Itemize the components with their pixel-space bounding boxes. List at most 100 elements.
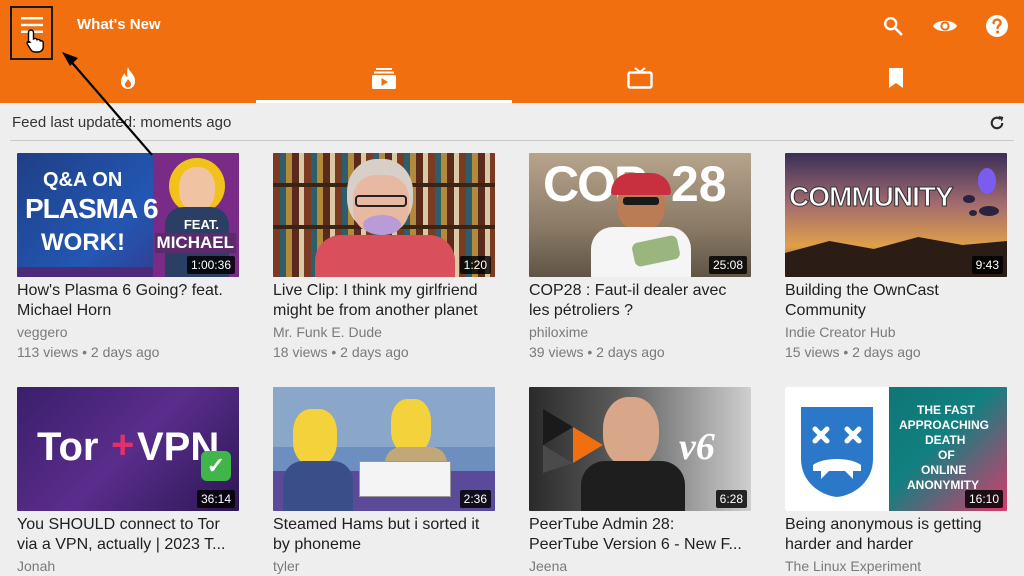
video-duration: 16:10 <box>964 490 1003 508</box>
video-channel[interactable]: Jeena <box>529 556 751 576</box>
video-title-line: Michael Horn <box>17 302 112 319</box>
thumbnail-text: WORK! <box>41 229 125 256</box>
checkmark-badge: ✓ <box>201 451 231 481</box>
eye-button[interactable] <box>930 12 960 40</box>
video-card[interactable]: 2:36 Steamed Hams but i sorted it by pho… <box>273 387 495 576</box>
video-title[interactable]: Live Clip: I think my girlfriend might b… <box>273 281 495 321</box>
video-title-line: harder and harder <box>785 536 914 553</box>
tab-bookmarks[interactable] <box>768 52 1024 103</box>
video-title-line: les pétroliers ? <box>529 302 634 319</box>
tv-icon <box>627 66 653 89</box>
toolbar: What's New <box>0 0 1024 60</box>
video-thumbnail[interactable]: COMMUNITY 9:43 <box>785 153 1007 277</box>
video-thumbnail[interactable]: 1:20 <box>273 153 495 277</box>
video-title-line: via a VPN, actually | 2023 T... <box>17 536 226 553</box>
thumbnail-text: PLASMA 6 <box>25 193 159 224</box>
video-card[interactable]: THE FAST APPROACHING DEATH OF ONLINE ANO… <box>785 387 1007 576</box>
hamburger-menu-icon <box>20 17 43 33</box>
thumbnail-text: + <box>111 423 135 467</box>
eye-icon <box>933 20 957 32</box>
help-icon <box>986 15 1008 37</box>
owncast-logo <box>963 168 999 216</box>
video-title-line: Community <box>785 302 866 319</box>
video-card[interactable]: 1:20 Live Clip: I think my girlfriend mi… <box>273 153 495 362</box>
video-duration: 1:20 <box>459 256 491 274</box>
video-meta: 113 views • 2 days ago <box>17 344 160 360</box>
video-duration: 9:43 <box>971 256 1003 274</box>
search-icon <box>884 17 903 36</box>
thumbnail-text: Q&A ON <box>43 169 123 191</box>
feed-divider <box>10 140 1014 141</box>
tab-trending[interactable] <box>0 52 256 103</box>
thumbnail-text: OF <box>938 448 955 462</box>
thumbnail-text: DEATH <box>925 433 966 447</box>
thumbnail-text: Tor <box>37 425 99 469</box>
video-card[interactable]: COP 28 25:08 COP28 : Faut-il dealer avec… <box>529 153 751 362</box>
video-title[interactable]: How's Plasma 6 Going? feat. Michael Horn <box>17 281 239 321</box>
thumbnail-text: APPROACHING <box>899 418 990 432</box>
video-title[interactable]: Steamed Hams but i sorted it by phoneme <box>273 515 495 555</box>
video-title-line: Being anonymous is getting <box>785 516 982 533</box>
video-duration: 36:14 <box>196 490 235 508</box>
fire-icon <box>121 66 135 89</box>
app-bar: What's New <box>0 0 1024 103</box>
video-card[interactable]: v6 6:28 PeerTube Admin 28: PeerTube Vers… <box>529 387 751 576</box>
toolbar-actions <box>878 12 1012 40</box>
video-channel[interactable]: philoxime <box>529 322 751 342</box>
video-meta: 15 views • 2 days ago <box>785 344 921 360</box>
video-thumbnail[interactable]: v6 6:28 <box>529 387 751 511</box>
video-title-line: How's Plasma 6 Going? feat. <box>17 282 223 299</box>
thumbnail-text: MICHAEL <box>154 233 236 253</box>
refresh-icon <box>990 115 1004 130</box>
video-title-line: Steamed Hams but i sorted it <box>273 516 480 533</box>
video-duration: 6:28 <box>715 490 747 508</box>
page-title: What's New <box>77 16 161 33</box>
thumbnail-text: COMMUNITY <box>789 181 955 213</box>
video-thumbnail[interactable]: THE FAST APPROACHING DEATH OF ONLINE ANO… <box>785 387 1007 511</box>
video-title-line: might be from another planet <box>273 302 478 319</box>
video-title[interactable]: Being anonymous is getting harder and ha… <box>785 515 1007 555</box>
subscriptions-icon <box>372 67 396 89</box>
video-title-line: PeerTube Admin 28: <box>529 516 675 533</box>
video-title-line: Building the OwnCast <box>785 282 939 299</box>
video-card[interactable]: Tor + VPN ✓ 36:14 You SHOULD connect to … <box>17 387 239 576</box>
video-thumbnail[interactable]: Tor + VPN ✓ 36:14 <box>17 387 239 511</box>
video-duration: 25:08 <box>708 256 747 274</box>
video-title-line: PeerTube Version 6 - New F... <box>529 536 742 553</box>
video-channel[interactable]: Indie Creator Hub <box>785 322 1007 342</box>
video-title[interactable]: PeerTube Admin 28: PeerTube Version 6 - … <box>529 515 751 555</box>
video-title-line: by phoneme <box>273 536 362 553</box>
thumbnail-text: THE FAST <box>917 403 976 417</box>
video-meta: 39 views • 2 days ago <box>529 344 665 360</box>
video-channel[interactable]: The Linux Experiment <box>785 556 1007 576</box>
video-channel[interactable]: veggero <box>17 322 239 342</box>
video-channel[interactable]: tyler <box>273 556 495 576</box>
video-title[interactable]: COP28 : Faut-il dealer avec les pétrolie… <box>529 281 751 321</box>
tab-subscriptions[interactable] <box>256 52 512 103</box>
help-button[interactable] <box>982 12 1012 40</box>
video-channel[interactable]: Mr. Funk E. Dude <box>273 322 495 342</box>
tab-bar <box>0 52 1024 103</box>
video-title-line: COP28 : Faut-il dealer avec <box>529 282 727 299</box>
refresh-button[interactable] <box>986 112 1008 134</box>
feed-header: Feed last updated: moments ago <box>0 103 1024 141</box>
video-title-line: You SHOULD connect to Tor <box>17 516 220 533</box>
video-card[interactable]: COMMUNITY 9:43 Building the OwnCast Comm… <box>785 153 1007 362</box>
video-title[interactable]: You SHOULD connect to Tor via a VPN, act… <box>17 515 239 555</box>
tab-channels[interactable] <box>512 52 768 103</box>
app-screen: What's New Feed last updated: moments ag… <box>0 0 1024 576</box>
video-title[interactable]: Building the OwnCast Community <box>785 281 1007 321</box>
video-card[interactable]: Q&A ON PLASMA 6 WORK! FEAT. MICHAEL 1:00… <box>17 153 239 362</box>
search-button[interactable] <box>878 12 908 40</box>
thumbnail-text: ONLINE <box>921 463 967 477</box>
thumbnail-text: v6 <box>679 426 715 468</box>
video-duration: 1:00:36 <box>186 256 235 274</box>
video-channel[interactable]: Jonah <box>17 556 239 576</box>
video-thumbnail[interactable]: Q&A ON PLASMA 6 WORK! FEAT. MICHAEL 1:00… <box>17 153 239 277</box>
thumbnail-text: 28 <box>671 156 727 212</box>
feed-status-text: Feed last updated: moments ago <box>12 114 232 131</box>
video-thumbnail[interactable]: COP 28 25:08 <box>529 153 751 277</box>
video-duration: 2:36 <box>459 490 491 508</box>
video-meta: 18 views • 2 days ago <box>273 344 409 360</box>
video-thumbnail[interactable]: 2:36 <box>273 387 495 511</box>
